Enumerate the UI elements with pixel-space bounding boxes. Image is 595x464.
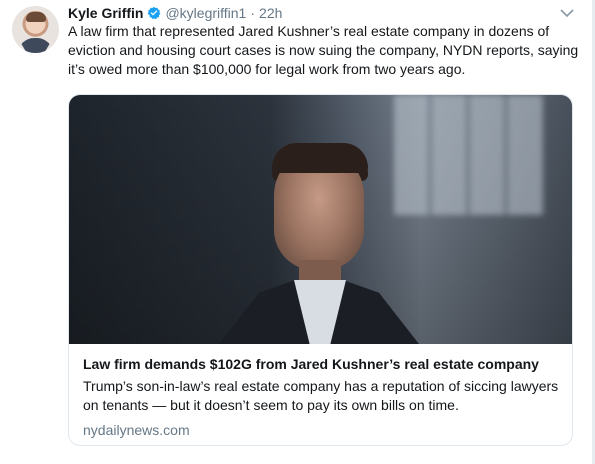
card-image[interactable]: [69, 95, 572, 344]
photo-hair-top: [272, 143, 368, 173]
tweet-text: A law firm that represented Jared Kushne…: [68, 23, 579, 77]
verified-badge-icon: [147, 6, 161, 20]
avatar-shirt: [18, 38, 53, 53]
card-description: Trump’s son-in-law’s real estate company…: [83, 378, 559, 413]
timestamp[interactable]: 22h: [259, 5, 282, 21]
tweet-header: Kyle Griffin @kylegriffin1 · 22h: [68, 4, 282, 22]
separator-dot: ·: [250, 5, 256, 21]
display-name[interactable]: Kyle Griffin: [68, 5, 143, 21]
card-title[interactable]: Law firm demands $102G from Jared Kushne…: [83, 355, 563, 373]
window-light: [394, 95, 544, 215]
avatar[interactable]: [12, 6, 59, 53]
chevron-down-icon[interactable]: [560, 8, 574, 18]
avatar-hair: [26, 12, 46, 22]
user-handle[interactable]: @kylegriffin1: [165, 5, 246, 21]
link-card[interactable]: Law firm demands $102G from Jared Kushne…: [68, 94, 573, 446]
card-domain: nydailynews.com: [83, 422, 190, 438]
tweet[interactable]: Kyle Griffin @kylegriffin1 · 22h A law f…: [0, 0, 595, 464]
